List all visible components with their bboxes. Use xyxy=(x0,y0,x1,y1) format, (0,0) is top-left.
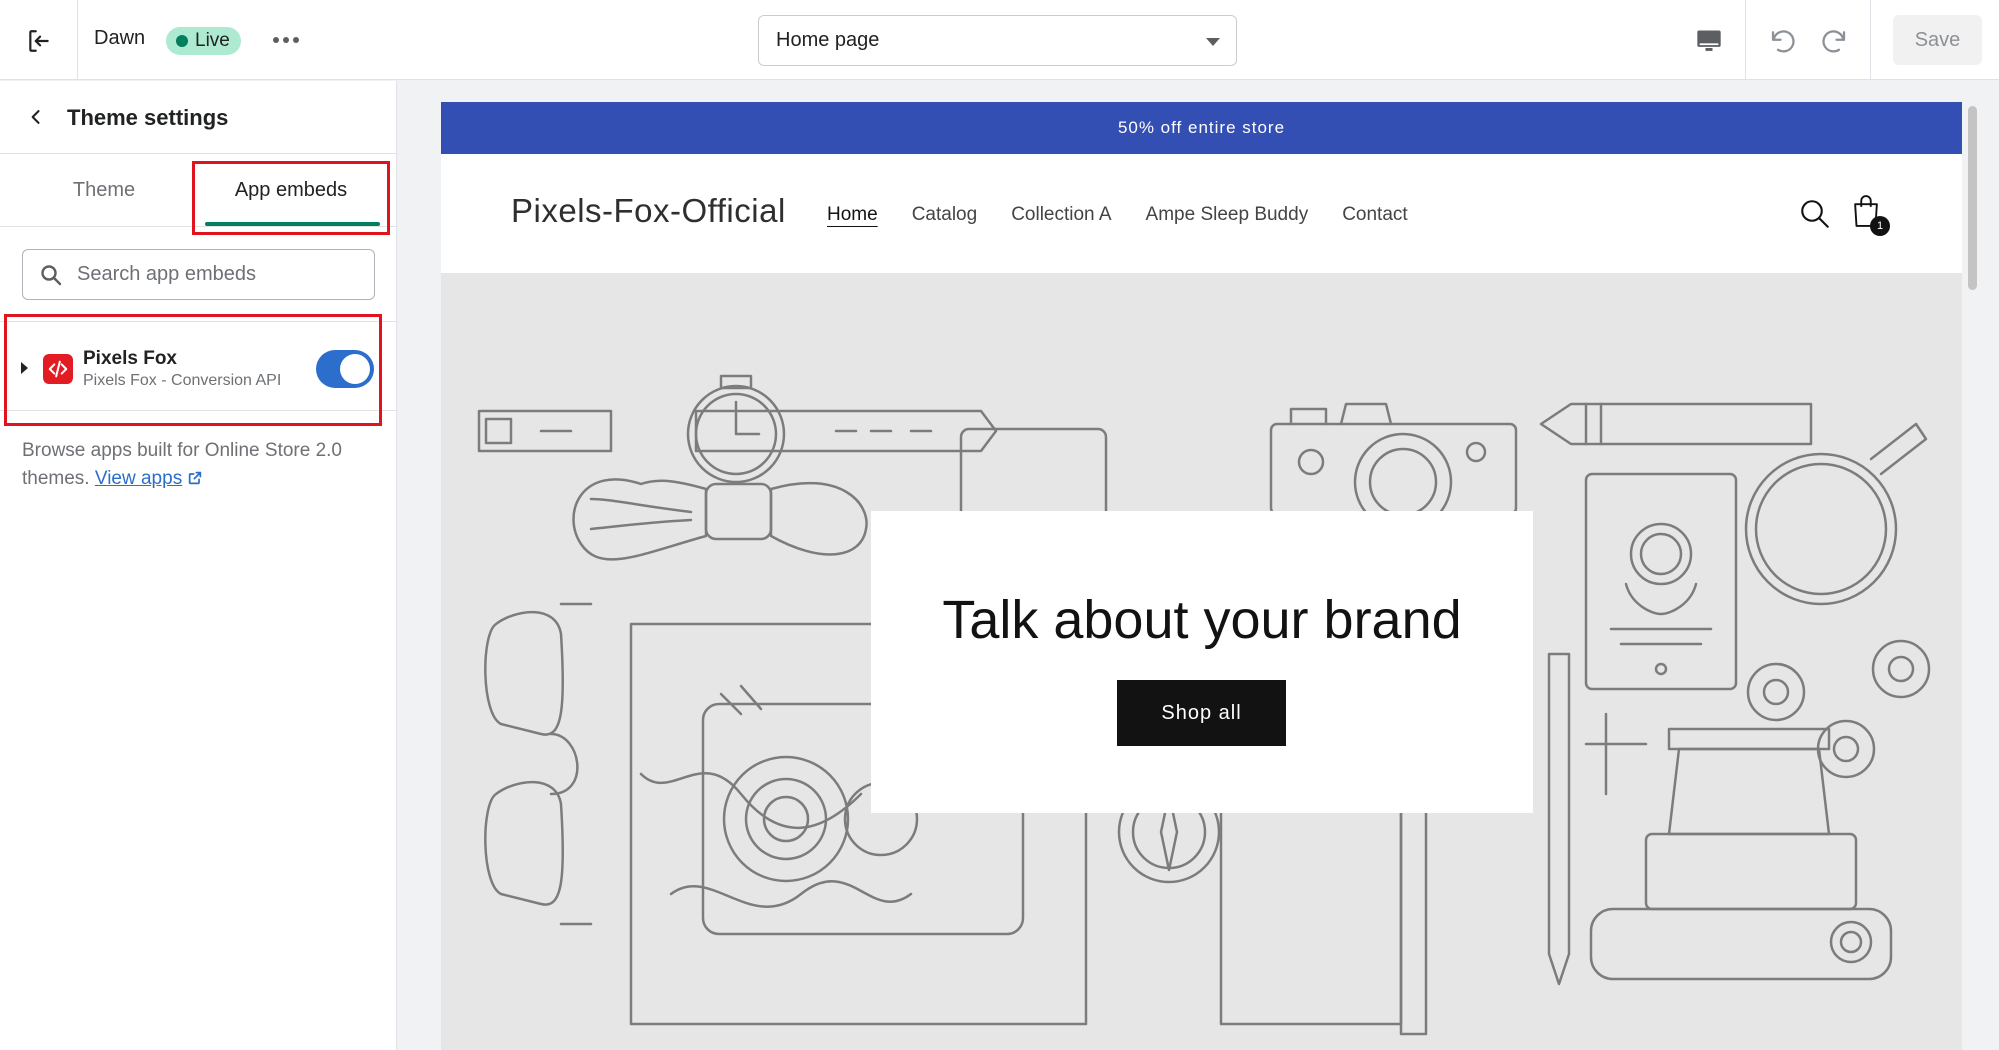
topbar-divider xyxy=(77,0,78,80)
sidebar-title: Theme settings xyxy=(67,105,229,130)
watch-illustration xyxy=(477,374,998,484)
redo-button[interactable] xyxy=(1813,20,1855,62)
nav-link-collection-a[interactable]: Collection A xyxy=(1011,204,1111,226)
store-logo-text[interactable]: Pixels-Fox-Official xyxy=(511,192,786,230)
app-embed-row[interactable]: Pixels Fox Pixels Fox - Conversion API xyxy=(0,321,396,411)
caret-down-icon xyxy=(1206,38,1220,46)
pen-illustration xyxy=(1547,652,1571,986)
save-button[interactable]: Save xyxy=(1893,15,1982,65)
store-header: Pixels-Fox-Official Home Catalog Collect… xyxy=(441,154,1962,274)
view-apps-label: View apps xyxy=(94,468,183,489)
cart-count-badge: 1 xyxy=(1870,216,1890,236)
settings-sidebar: Theme settings Theme App embeds Pixels F… xyxy=(0,81,397,1050)
passport-illustration xyxy=(1584,472,1738,691)
app-embed-toggle[interactable] xyxy=(316,350,374,388)
desktop-view-button[interactable] xyxy=(1688,20,1730,62)
active-tab-indicator xyxy=(205,222,380,226)
more-actions-button[interactable] xyxy=(268,24,304,56)
magnifier-illustration xyxy=(1744,422,1928,606)
external-link-icon xyxy=(189,471,202,485)
hero-content-box: Talk about your brand Shop all xyxy=(871,511,1533,813)
theme-name: Dawn xyxy=(94,27,146,49)
toggle-knob xyxy=(340,354,370,384)
shop-all-button[interactable]: Shop all xyxy=(1117,680,1286,746)
store-nav: Home Catalog Collection A Ampe Sleep Bud… xyxy=(827,204,1408,226)
sunglasses-illustration xyxy=(484,602,593,926)
search-app-embeds-field[interactable] xyxy=(22,249,375,300)
desktop-icon xyxy=(1697,30,1721,51)
announcement-bar: 50% off entire store xyxy=(441,102,1962,154)
preview-scrollbar[interactable] xyxy=(1966,104,1980,1050)
tape-roll-illustration xyxy=(1746,639,1931,779)
vintage-camera-illustration xyxy=(1584,712,1893,981)
search-icon xyxy=(1801,200,1829,228)
app-embed-name: Pixels Fox xyxy=(83,348,177,369)
settings-tabs: Theme App embeds xyxy=(0,153,396,227)
expand-arrow-icon[interactable] xyxy=(21,362,28,374)
pencil-illustration xyxy=(1539,402,1813,446)
hero-banner: Talk about your brand Shop all xyxy=(441,274,1962,1050)
redo-icon xyxy=(1822,30,1846,53)
app-embed-subtitle: Pixels Fox - Conversion API xyxy=(83,372,282,389)
preview-scroll-thumb[interactable] xyxy=(1968,106,1977,290)
search-input[interactable] xyxy=(77,263,357,286)
browse-apps-message: Browse apps built for Online Store 2.0 t… xyxy=(22,440,343,489)
store-search-button[interactable] xyxy=(1797,196,1833,232)
search-icon xyxy=(41,264,62,285)
nav-link-contact[interactable]: Contact xyxy=(1342,204,1407,226)
editor-topbar: Dawn Live Home page Save xyxy=(0,0,1999,80)
store-preview: 50% off entire store Pixels-Fox-Official… xyxy=(441,102,1962,1050)
undo-icon xyxy=(1771,30,1795,53)
exit-icon xyxy=(29,30,49,52)
more-horizontal-icon xyxy=(273,37,279,43)
bowtie-illustration xyxy=(572,478,868,561)
exit-editor-button[interactable] xyxy=(18,20,60,62)
hero-heading: Talk about your brand xyxy=(942,590,1462,650)
view-apps-link[interactable]: View apps xyxy=(95,468,182,489)
back-button[interactable] xyxy=(20,101,52,133)
live-dot-icon xyxy=(176,35,188,47)
browse-apps-text: Browse apps built for Online Store 2.0 t… xyxy=(22,437,382,493)
topbar-divider xyxy=(1870,0,1871,80)
tab-theme[interactable]: Theme xyxy=(0,154,208,227)
topbar-divider xyxy=(1745,0,1746,80)
status-badge: Live xyxy=(166,27,241,55)
chevron-left-icon xyxy=(31,110,40,124)
undo-button[interactable] xyxy=(1762,20,1804,62)
store-cart-button[interactable]: 1 xyxy=(1849,192,1890,236)
nav-link-home[interactable]: Home xyxy=(827,204,878,226)
page-selector[interactable]: Home page xyxy=(758,15,1237,66)
nav-link-catalog[interactable]: Catalog xyxy=(912,204,978,226)
status-badge-label: Live xyxy=(195,30,230,51)
pixels-fox-logo-icon xyxy=(43,354,73,384)
page-selector-value: Home page xyxy=(776,29,880,51)
tab-app-embeds[interactable]: App embeds xyxy=(196,154,386,227)
nav-link-ampe-sleep-buddy[interactable]: Ampe Sleep Buddy xyxy=(1146,204,1309,226)
